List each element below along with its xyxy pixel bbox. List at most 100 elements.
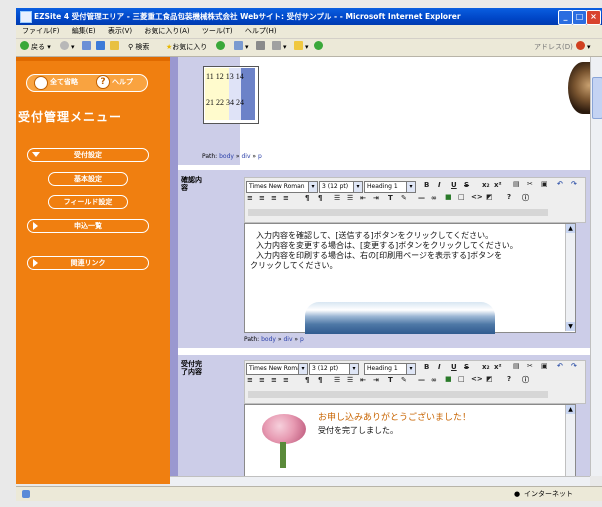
close-button[interactable]: × (586, 10, 601, 25)
align-left-icon[interactable]: ≡ (247, 194, 253, 202)
redo-icon[interactable]: ↷ (571, 180, 577, 188)
redo-icon[interactable]: ↷ (571, 362, 577, 370)
strikethrough-icon[interactable]: S (464, 363, 469, 371)
folder-icon[interactable]: ▾ (294, 39, 309, 56)
horizontal-rule-icon[interactable]: — (418, 376, 425, 384)
maximize-button[interactable]: □ (572, 10, 587, 25)
font-size-select[interactable]: 3 (12 pt) ▾ (319, 181, 363, 193)
messenger-icon[interactable] (314, 39, 325, 56)
align-right-icon[interactable]: ≡ (271, 376, 277, 384)
underline-icon[interactable]: U (451, 181, 457, 189)
underline-icon[interactable]: U (451, 363, 457, 371)
cut-icon[interactable]: ✂ (527, 362, 533, 370)
home-icon[interactable] (110, 39, 121, 56)
highlight-icon[interactable]: ✎ (401, 194, 407, 202)
menu-view[interactable]: 表示(V) (108, 27, 132, 35)
align-center-icon[interactable]: ≡ (259, 194, 265, 202)
stop-icon[interactable] (82, 39, 93, 56)
scroll-thumb[interactable] (592, 77, 602, 119)
italic-icon[interactable]: I (438, 181, 441, 189)
highlight-icon[interactable]: ✎ (401, 376, 407, 384)
edit-icon[interactable]: ▾ (272, 39, 287, 56)
subscript-icon[interactable]: x₂ (482, 181, 490, 189)
page-vertical-scrollbar[interactable] (590, 57, 602, 476)
source-code-icon[interactable]: <> (471, 193, 483, 201)
link-icon[interactable]: ∞ (431, 194, 437, 202)
sidebar-item-related-links[interactable]: 関連リンク (27, 256, 149, 270)
heading-select[interactable]: Heading 1 ▾ (364, 181, 416, 193)
image-icon[interactable]: ■ (445, 193, 452, 201)
omit-all-icon[interactable] (34, 76, 48, 90)
ltr-icon[interactable]: ¶ (305, 194, 309, 202)
sidebar-item-application-list[interactable]: 申込一覧 (27, 219, 149, 233)
forward-button[interactable]: ▾ (60, 39, 75, 56)
scroll-down-icon[interactable]: ▼ (566, 322, 575, 331)
menu-help[interactable]: ヘルプ(H) (245, 27, 277, 35)
mail-icon[interactable]: ▾ (234, 39, 249, 56)
align-justify-icon[interactable]: ≡ (283, 194, 289, 202)
ltr-icon[interactable]: ¶ (305, 376, 309, 384)
ordered-list-icon[interactable]: ☰ (334, 194, 340, 202)
refresh-icon[interactable] (96, 39, 107, 56)
text-color-icon[interactable]: T (388, 194, 393, 202)
copy-icon[interactable]: ▤ (513, 362, 520, 370)
help-question-icon[interactable]: ? (507, 193, 511, 201)
menu-favorites[interactable]: お気に入り(A) (144, 27, 189, 35)
sidebar-item-field-settings[interactable]: フィールド設定 (48, 195, 128, 209)
menu-file[interactable]: ファイル(F) (22, 27, 60, 35)
align-justify-icon[interactable]: ≡ (283, 376, 289, 384)
back-button[interactable]: 戻る ▾ (20, 39, 51, 56)
help-question-icon[interactable]: ? (507, 375, 511, 383)
links-icon[interactable]: ▾ (576, 39, 591, 56)
strikethrough-icon[interactable]: S (464, 181, 469, 189)
align-right-icon[interactable]: ≡ (271, 194, 277, 202)
indent-icon[interactable]: ⇥ (373, 194, 379, 202)
rtl-icon[interactable]: ¶ (318, 194, 322, 202)
font-family-select[interactable]: Times New Roman ▾ (246, 363, 308, 375)
ordered-list-icon[interactable]: ☰ (334, 376, 340, 384)
page-horizontal-scrollbar[interactable] (170, 476, 590, 486)
unordered-list-icon[interactable]: ☰ (347, 376, 353, 384)
history-icon[interactable] (216, 39, 227, 56)
paste-icon[interactable]: ▣ (541, 362, 548, 370)
text-color-icon[interactable]: T (388, 376, 393, 384)
image-icon[interactable]: ■ (445, 375, 452, 383)
omit-all-link[interactable]: 全て省略 (50, 77, 78, 87)
info-icon[interactable]: ⓘ (522, 193, 529, 203)
subscript-icon[interactable]: x₂ (482, 363, 490, 371)
indent-icon[interactable]: ⇥ (373, 376, 379, 384)
paste-icon[interactable]: ▣ (541, 180, 548, 188)
font-family-select[interactable]: Times New Roman ▾ (246, 181, 318, 193)
sidebar-item-basic-settings[interactable]: 基本設定 (48, 172, 128, 186)
align-left-icon[interactable]: ≡ (247, 376, 253, 384)
outdent-icon[interactable]: ⇤ (360, 194, 366, 202)
menu-tools[interactable]: ツール(T) (202, 27, 233, 35)
superscript-icon[interactable]: x² (494, 181, 502, 189)
confirm-editor-scrollbar[interactable]: ▲ ▼ (565, 224, 575, 331)
clean-icon[interactable]: ◩ (486, 193, 493, 201)
superscript-icon[interactable]: x² (494, 363, 502, 371)
cut-icon[interactable]: ✂ (527, 180, 533, 188)
info-icon[interactable]: ⓘ (522, 375, 529, 385)
complete-editor-scrollbar[interactable]: ▲ (565, 405, 575, 476)
favorites-button[interactable]: ★お気に入り (166, 39, 207, 56)
help-link[interactable]: ヘルプ (112, 77, 133, 87)
print-icon[interactable] (256, 39, 267, 56)
minimize-button[interactable]: _ (558, 10, 573, 25)
copy-icon[interactable]: ▤ (513, 180, 520, 188)
table-icon[interactable]: □ (458, 375, 465, 383)
search-button[interactable]: ⚲ 検索 (128, 39, 149, 56)
scroll-up-icon[interactable]: ▲ (566, 405, 575, 414)
align-center-icon[interactable]: ≡ (259, 376, 265, 384)
bold-icon[interactable]: B (424, 363, 429, 371)
undo-icon[interactable]: ↶ (557, 362, 563, 370)
font-size-select[interactable]: 3 (12 pt) ▾ (309, 363, 359, 375)
link-icon[interactable]: ∞ (431, 376, 437, 384)
sidebar-item-reception-settings[interactable]: 受付設定 (27, 148, 149, 162)
menu-edit[interactable]: 編集(E) (72, 27, 96, 35)
rtl-icon[interactable]: ¶ (318, 376, 322, 384)
help-icon[interactable]: ? (96, 75, 110, 89)
table-icon[interactable]: □ (458, 193, 465, 201)
heading-select[interactable]: Heading 1 ▾ (364, 363, 416, 375)
outdent-icon[interactable]: ⇤ (360, 376, 366, 384)
